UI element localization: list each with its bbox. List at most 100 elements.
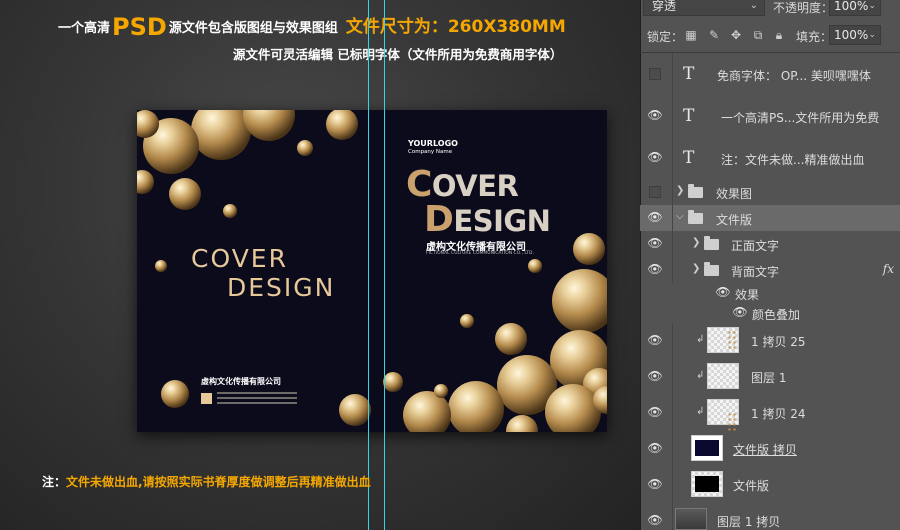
artboard-icon[interactable]: ⧉ (751, 28, 765, 42)
eye-icon[interactable]: 👁︎ (647, 150, 663, 166)
front-cover-title: COVER DESIGN (406, 167, 551, 240)
layer-effects-row[interactable]: 👁︎ 效果 (640, 283, 900, 303)
visibility-toggle-off[interactable] (649, 186, 661, 198)
eye-icon[interactable]: 👁︎ (647, 210, 663, 226)
bleed-note: 注：文件未做出血,请按照实际书脊厚度做调整后再精准做出血 (42, 473, 371, 490)
layer-effects-fx-icon[interactable]: fx (883, 262, 894, 276)
move-icon[interactable]: ✥ (729, 28, 743, 42)
layer-thumbnail (691, 471, 723, 497)
eye-icon[interactable]: 👁︎ (647, 441, 663, 457)
layer-row[interactable]: 👁︎ ❯ 背面文字 fx (640, 257, 900, 283)
logo-main: YOURLOGO (408, 139, 458, 148)
layer-row[interactable]: 👁︎ 文件版 拷贝 (640, 431, 900, 467)
blend-mode-select[interactable]: 穿透 ⌄ (643, 0, 765, 16)
blend-mode-value: 穿透 (652, 0, 677, 13)
layer-name: 图层 1 (751, 371, 787, 385)
eye-icon[interactable]: 👁︎ (647, 513, 663, 529)
back-company-name: 虚构文化传播有限公司 (201, 377, 281, 386)
eye-icon[interactable]: 👁︎ (647, 108, 663, 124)
layer-name: 1 拷贝 25 (751, 335, 806, 349)
layer-row-selected[interactable]: 👁︎ ⌵ 文件版 (640, 205, 900, 231)
layer-row[interactable]: 👁︎ T 注：文件未做...精准做出血 (640, 137, 900, 179)
layer-name: 图层 1 拷贝 (717, 515, 781, 529)
front-title-rest-2: ESIGN (453, 204, 551, 238)
chevron-right-icon[interactable]: ❯ (692, 237, 700, 248)
front-title-initial-2: D (424, 199, 454, 240)
layer-effect-row[interactable]: 👁︎ 颜色叠加 (640, 303, 900, 323)
divider (672, 179, 673, 205)
fill-value: 100% (834, 28, 869, 42)
layer-row[interactable]: 👁︎ ↲ 图层 1 (640, 359, 900, 395)
folder-icon (688, 210, 703, 224)
opacity-value: 100% (834, 0, 869, 13)
layer-thumbnail (707, 399, 739, 432)
chevron-right-icon[interactable]: ❯ (692, 263, 700, 274)
eye-icon[interactable]: 👁︎ (647, 333, 663, 349)
divider (672, 395, 673, 431)
text-layer-icon: T (683, 64, 695, 84)
header-line-2: 源文件可灵活编辑 已标明字体（文件所用为免费商用字体） (233, 47, 563, 62)
sphere-thumbnail-icon (727, 412, 736, 432)
layer-row[interactable]: ❯ 效果图 (640, 179, 900, 205)
effects-label: 效果 (735, 288, 760, 302)
qr-code-placeholder (201, 393, 212, 404)
layer-row[interactable]: T 免商字体： OP... 美呗嘿嘿体 (640, 53, 900, 95)
thumbnail-fill (695, 440, 719, 456)
divider (672, 431, 673, 467)
eye-icon[interactable]: 👁︎ (715, 285, 731, 301)
opacity-input[interactable]: 100% ⌄ (829, 0, 881, 16)
clipping-mask-icon: ↲ (696, 334, 705, 345)
chevron-right-icon[interactable]: ❯ (676, 185, 684, 196)
layer-thumbnail (675, 508, 707, 530)
back-cover-title: COVER DESIGN (191, 244, 335, 302)
layer-thumbnail (707, 363, 739, 389)
eye-icon[interactable]: 👁︎ (647, 405, 663, 421)
guide-line-right[interactable] (384, 0, 385, 530)
layer-row[interactable]: 👁︎ 文件版 (640, 467, 900, 503)
header-psd: PSD (112, 13, 167, 41)
thumbnail-fill (695, 476, 719, 492)
eye-icon[interactable]: 👁︎ (647, 262, 663, 278)
eye-icon[interactable]: 👁︎ (647, 369, 663, 385)
visibility-toggle-off[interactable] (649, 68, 661, 80)
fill-label: 填充： (796, 30, 833, 44)
back-title-line-2: DESIGN (227, 273, 336, 302)
layer-row[interactable]: 👁︎ ↲ 1 拷贝 24 (640, 395, 900, 432)
chevron-down-icon[interactable]: ⌵ (676, 211, 684, 222)
eye-icon[interactable]: 👁︎ (647, 236, 663, 252)
divider (672, 231, 673, 257)
note-label: 注： (42, 475, 67, 489)
chevron-down-icon: ⌄ (868, 1, 876, 11)
guide-line-left[interactable] (368, 0, 369, 530)
eye-icon[interactable]: 👁︎ (647, 477, 663, 493)
eye-icon[interactable]: 👁︎ (732, 305, 748, 321)
layer-row[interactable]: 👁︎ ↲ 1 拷贝 25 (640, 323, 900, 359)
header-line-1: 一个高清PSD 源文件包含版图组与效果图组 文件尺寸为：260X380MM (58, 12, 566, 41)
divider (672, 323, 673, 359)
layer-name: 文件版 (733, 479, 770, 493)
cover-artwork: COVER DESIGN 虚构文化传播有限公司 YOURLOGO Company… (137, 110, 607, 432)
back-contact-lines (217, 392, 297, 407)
effect-label: 颜色叠加 (752, 308, 801, 322)
sphere-thumbnail-icon (727, 330, 736, 350)
header-rest: 源文件包含版图组与效果图组 (168, 21, 338, 36)
chevron-down-icon: ⌄ (749, 0, 758, 11)
document-canvas[interactable]: 一个高清PSD 源文件包含版图组与效果图组 文件尺寸为：260X380MM 源文件可… (0, 0, 640, 530)
clipping-mask-icon: ↲ (696, 406, 705, 417)
lock-transparent-pixels-icon[interactable]: ▦ (684, 28, 698, 42)
layer-name: 正面文字 (731, 239, 780, 253)
clipping-mask-icon: ↲ (696, 370, 705, 381)
note-text: 文件未做出血,请按照实际书脊厚度做调整后再精准做出血 (66, 475, 371, 489)
divider (672, 467, 673, 503)
layer-row[interactable]: 👁︎ 图层 1 拷贝 (640, 503, 900, 530)
lock-icon[interactable]: 🔒︎ (772, 28, 786, 42)
chevron-down-icon: ⌄ (868, 30, 876, 40)
brush-icon[interactable]: ✎ (707, 28, 721, 42)
divider (672, 257, 673, 283)
header-prefix: 一个高清 (58, 21, 111, 36)
layer-row[interactable]: 👁︎ T 一个高清PS...文件所用为免费 (640, 95, 900, 137)
layer-name: 背面文字 (731, 265, 780, 279)
fill-input[interactable]: 100% ⌄ (829, 25, 881, 45)
divider (672, 95, 673, 137)
layer-row[interactable]: 👁︎ ❯ 正面文字 (640, 231, 900, 257)
